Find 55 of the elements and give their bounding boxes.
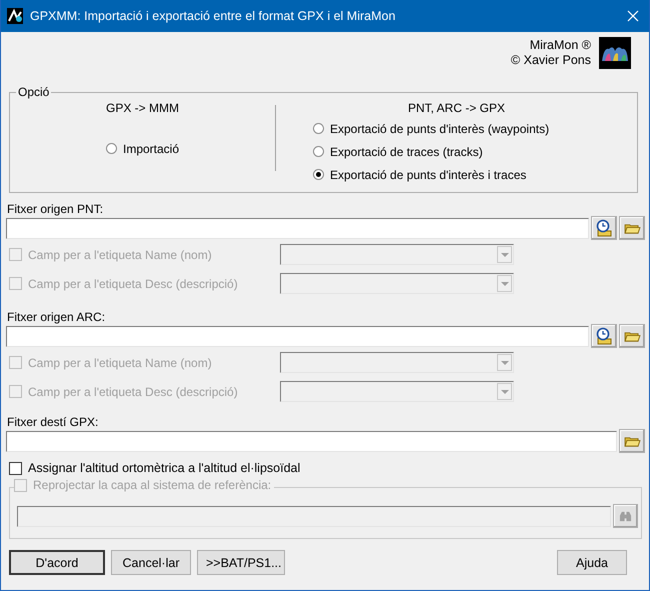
recent-files-button[interactable] (591, 216, 617, 240)
dropdown-arrow-icon (500, 282, 508, 286)
dialog-button[interactable]: >>BAT/PS1... (197, 550, 285, 575)
field-dropdown[interactable] (280, 381, 514, 402)
radio-button[interactable] (106, 143, 117, 154)
group-label: Opció (17, 85, 50, 99)
column-heading: GPX -> MMM (106, 101, 179, 115)
dropdown-arrow-icon (500, 360, 508, 364)
folder-icon (624, 222, 640, 234)
folder-icon (624, 330, 640, 342)
find-button[interactable] (613, 504, 638, 528)
column-heading: PNT, ARC -> GPX (408, 101, 506, 115)
logo-icon (599, 37, 631, 69)
dialog-button[interactable]: Ajuda (557, 550, 627, 575)
checkbox-label: Reprojectar la capa al sistema de referència: (33, 478, 272, 492)
browse-button[interactable] (619, 324, 645, 348)
checkbox[interactable] (9, 462, 22, 474)
radio-button[interactable] (313, 146, 324, 157)
clock-folder-icon (595, 219, 613, 237)
folder-icon (624, 434, 640, 448)
file-path-field[interactable] (6, 218, 589, 238)
app-icon (7, 8, 23, 24)
radio-button[interactable] (313, 169, 324, 180)
radio-button[interactable] (313, 123, 324, 134)
binoculars-icon (619, 510, 632, 522)
checkbox-label: Camp per a l'etiqueta Name (nom) (28, 356, 212, 370)
clock-folder-icon (595, 327, 613, 345)
field-dropdown[interactable] (280, 273, 514, 294)
field-dropdown[interactable] (280, 352, 514, 373)
author-credit: © Xavier Pons (510, 53, 591, 68)
reference-system-field[interactable] (17, 506, 611, 526)
dialog-button[interactable]: D'acord (9, 550, 105, 575)
browse-button[interactable] (619, 216, 645, 240)
radio-label: Exportació de punts d'interès (waypoints) (330, 122, 550, 136)
field-label: Fitxer destí GPX: (6, 415, 100, 429)
radio-label: Exportació de traces (tracks) (330, 144, 483, 158)
checkbox-label: Camp per a l'etiqueta Name (nom) (28, 248, 212, 262)
close-icon[interactable] (627, 10, 639, 22)
radio-label: Importació (122, 142, 180, 156)
dropdown-arrow-icon (500, 390, 508, 394)
dialog-button[interactable]: Cancel·lar (111, 550, 191, 575)
file-path-field[interactable] (6, 430, 617, 452)
field-label: Fitxer origen ARC: (6, 310, 106, 324)
browse-button[interactable] (619, 429, 645, 453)
window-title: GPXMM: Importació i exportació entre el format GPX i el MiraMon (30, 9, 396, 23)
checkbox-label: Camp per a l'etiqueta Desc (descripció) (28, 276, 238, 290)
product-name: MiraMon ® (530, 38, 591, 53)
dropdown-arrow-icon (500, 252, 508, 256)
checkbox-label: Assignar l'altitud ortomètrica a l'altitud el·lipsoïdal (28, 461, 300, 475)
file-path-field[interactable] (6, 326, 589, 346)
radio-label: Exportació de punts d'interès i traces (330, 168, 526, 182)
checkbox-label: Camp per a l'etiqueta Desc (descripció) (28, 384, 238, 398)
field-label: Fitxer origen PNT: (6, 202, 104, 216)
field-dropdown[interactable] (280, 244, 514, 265)
recent-files-button[interactable] (591, 324, 617, 348)
